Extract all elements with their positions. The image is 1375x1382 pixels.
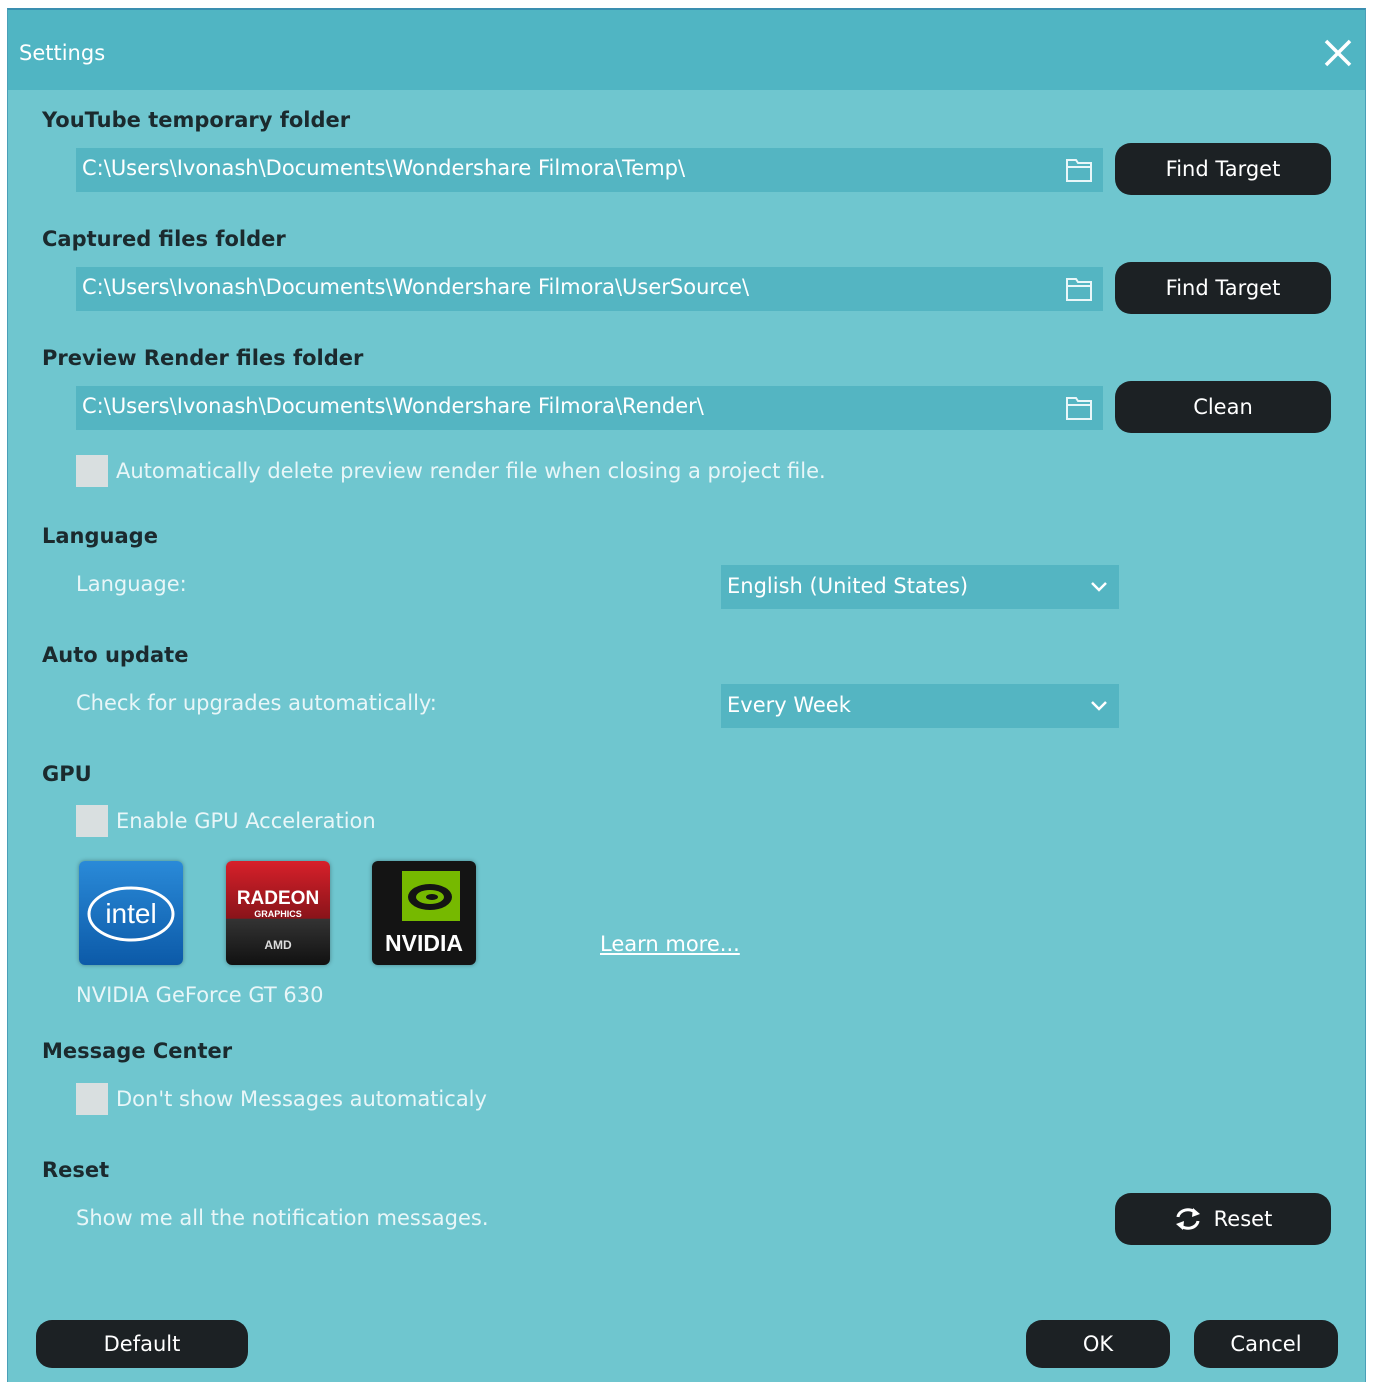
svg-text:NVIDIA: NVIDIA [385,930,463,956]
auto-update-select[interactable]: Every Week [721,684,1119,728]
language-select[interactable]: English (United States) [721,565,1119,609]
message-center-heading: Message Center [42,1039,233,1063]
youtube-folder-heading: YouTube temporary folder [42,108,351,132]
close-icon[interactable] [1321,36,1355,70]
auto-delete-checkbox[interactable] [76,455,108,487]
enable-gpu-checkbox[interactable] [76,805,108,837]
chevron-down-icon [1091,701,1107,711]
youtube-folder-field[interactable]: C:\Users\Ivonash\Documents\Wondershare F… [76,148,1103,192]
reset-description: Show me all the notification messages. [76,1206,489,1230]
clean-button[interactable]: Clean [1115,381,1331,433]
svg-text:intel: intel [105,898,156,929]
captured-folder-path: C:\Users\Ivonash\Documents\Wondershare F… [82,275,750,299]
language-heading: Language [42,524,158,548]
folder-icon[interactable] [1065,157,1093,183]
reset-button-label: Reset [1213,1207,1273,1231]
cancel-button[interactable]: Cancel [1194,1320,1338,1368]
svg-text:GRAPHICS: GRAPHICS [254,909,302,919]
render-folder-heading: Preview Render files folder [42,346,364,370]
gpu-heading: GPU [42,762,92,786]
language-label: Language: [76,572,187,596]
learn-more-link[interactable]: Learn more... [600,932,740,956]
captured-find-target-button[interactable]: Find Target [1115,262,1331,314]
auto-update-label: Check for upgrades automatically: [76,691,437,715]
amd-radeon-logo: RADEON GRAPHICS AMD [226,861,330,965]
folder-icon[interactable] [1065,395,1093,421]
captured-folder-field[interactable]: C:\Users\Ivonash\Documents\Wondershare F… [76,267,1103,311]
refresh-icon [1175,1208,1200,1230]
reset-heading: Reset [42,1158,110,1182]
auto-update-selected-value: Every Week [727,693,851,717]
dont-show-messages-checkbox[interactable] [76,1083,108,1115]
settings-dialog: Settings YouTube temporary folder C:\Use… [7,8,1366,1382]
svg-text:AMD: AMD [264,938,292,952]
auto-update-heading: Auto update [42,643,189,667]
enable-gpu-label: Enable GPU Acceleration [116,809,376,833]
language-selected-value: English (United States) [727,574,969,598]
captured-folder-heading: Captured files folder [42,227,286,251]
gpu-device-name: NVIDIA GeForce GT 630 [76,983,324,1007]
chevron-down-icon [1091,582,1107,592]
intel-logo: intel [79,861,183,965]
folder-icon[interactable] [1065,276,1093,302]
render-folder-field[interactable]: C:\Users\Ivonash\Documents\Wondershare F… [76,386,1103,430]
auto-delete-label: Automatically delete preview render file… [116,459,826,483]
svg-text:RADEON: RADEON [237,888,319,909]
ok-button[interactable]: OK [1026,1320,1170,1368]
window-title: Settings [19,41,106,65]
youtube-folder-path: C:\Users\Ivonash\Documents\Wondershare F… [82,156,686,180]
youtube-find-target-button[interactable]: Find Target [1115,143,1331,195]
nvidia-logo: NVIDIA [372,861,476,965]
title-bar: Settings [8,10,1365,90]
dont-show-messages-label: Don't show Messages automaticaly [116,1087,487,1111]
reset-button[interactable]: Reset [1115,1193,1331,1245]
default-button[interactable]: Default [36,1320,248,1368]
render-folder-path: C:\Users\Ivonash\Documents\Wondershare F… [82,394,704,418]
